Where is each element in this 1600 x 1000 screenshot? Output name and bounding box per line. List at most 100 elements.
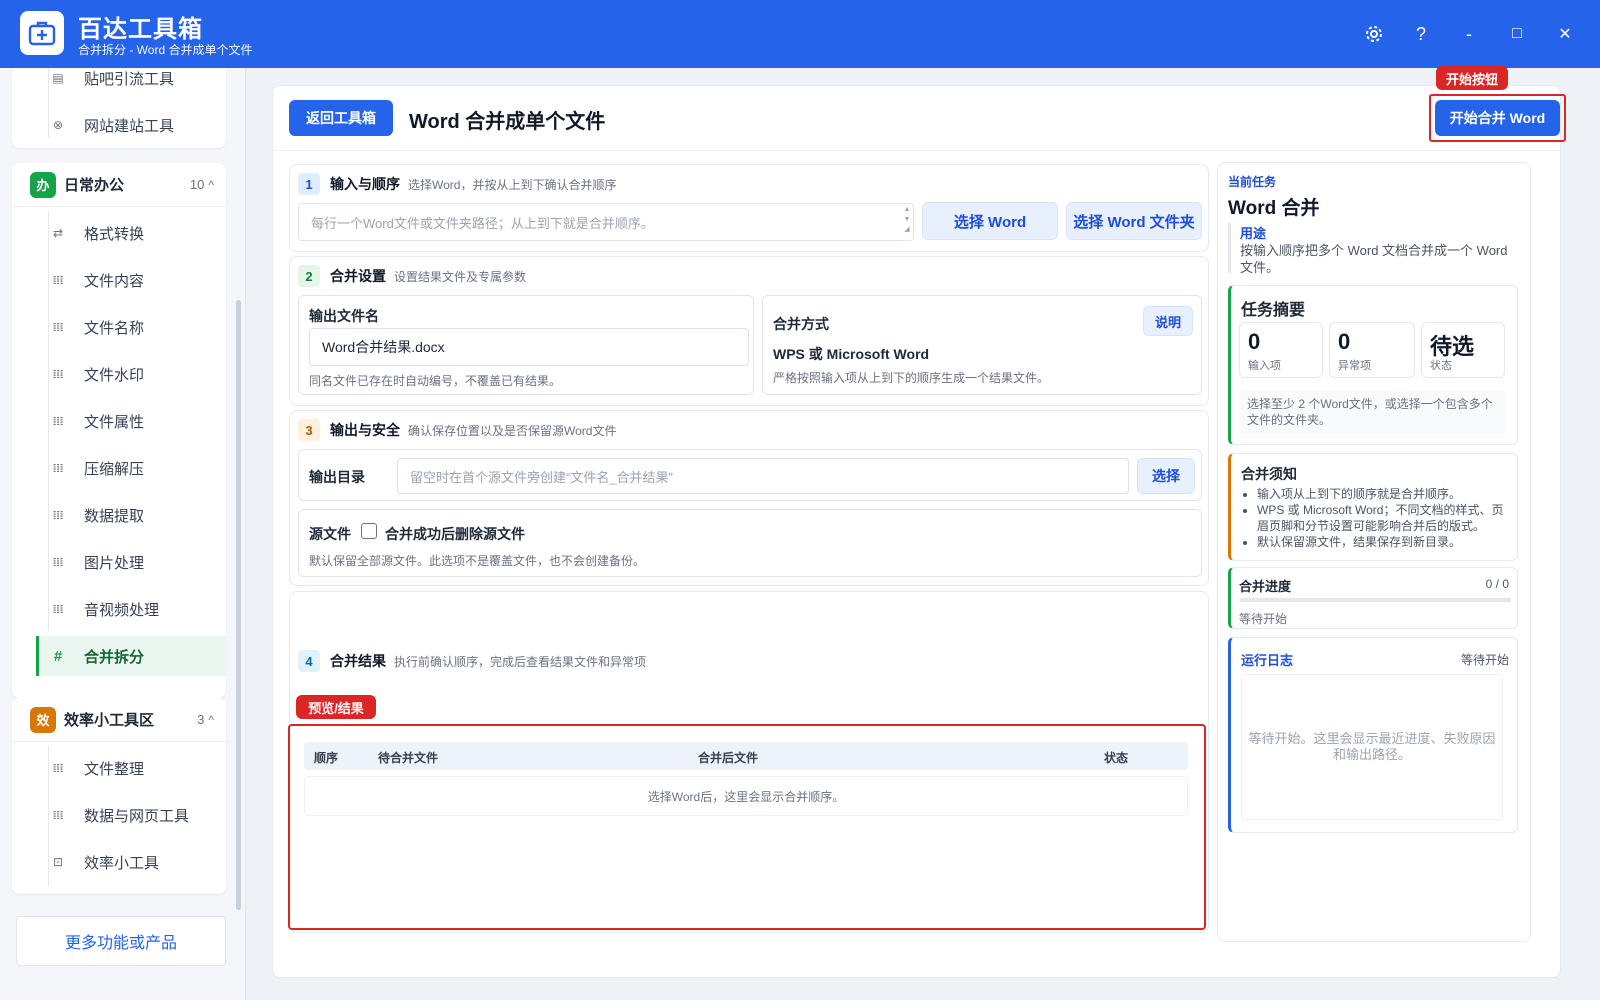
section-number: 2 bbox=[298, 265, 320, 287]
section-number: 1 bbox=[298, 173, 320, 195]
grid-icon: 𝍖 bbox=[52, 461, 64, 475]
stat-label: 异常项 bbox=[1338, 360, 1371, 372]
delete-source-checkbox[interactable] bbox=[361, 523, 377, 539]
sidebar-item-label: 音视频处理 bbox=[84, 601, 160, 619]
run-log-card: 运行日志 等待开始 等待开始。这里会显示最近进度、失败原因和输出路径。 bbox=[1228, 637, 1518, 833]
group-badge: 效 bbox=[30, 706, 56, 733]
more-products-button[interactable]: 更多功能或产品 bbox=[16, 916, 226, 966]
sidebar-item-label: 压缩解压 bbox=[84, 460, 145, 478]
progress-status: 等待开始 bbox=[1239, 612, 1288, 626]
sidebar-item-label: 数据与网页工具 bbox=[84, 807, 190, 825]
sidebar-item-3[interactable]: ⊡ 效率小工具 bbox=[36, 842, 226, 882]
chevron-up-icon[interactable]: ^ bbox=[208, 178, 214, 192]
sidebar-item-label: 图片处理 bbox=[84, 554, 145, 572]
sidebar-item-tieba[interactable]: ▤ 贴吧引流工具 bbox=[36, 68, 226, 98]
stat-label: 状态 bbox=[1430, 360, 1452, 372]
result-table-empty: 选择Word后，这里会显示合并顺序。 bbox=[304, 776, 1188, 816]
choose-dir-button[interactable]: 选择 bbox=[1137, 458, 1195, 494]
column-header: 状态 bbox=[1104, 751, 1129, 765]
section-desc: 执行前确认顺序，完成后查看结果文件和异常项 bbox=[394, 654, 647, 669]
section-title: 输出与安全 bbox=[330, 422, 400, 438]
group-header-office[interactable]: 办 日常办公 10 ^ bbox=[12, 163, 226, 207]
sidebar: ▤ 贴吧引流工具 ⊗ 网站建站工具 办 日常办公 10 ^ ⇄ 格式转换 𝍖 文件内容… bbox=[0, 68, 246, 1000]
stat-error-count: 0 异常项 bbox=[1329, 322, 1415, 378]
sidebar-group-office: 办 日常办公 10 ^ ⇄ 格式转换 𝍖 文件内容 𝍖 文件名称 𝍖 文件水印 𝍖 文件属性 𝍖 压缩… bbox=[12, 163, 226, 698]
sidebar-item-10[interactable]: # 合并拆分 bbox=[36, 636, 226, 676]
method-help-button[interactable]: 说明 bbox=[1143, 306, 1193, 336]
help-icon[interactable]: ? bbox=[1407, 20, 1435, 48]
minimize-icon[interactable]: - bbox=[1455, 20, 1483, 48]
sidebar-item-2[interactable]: 𝍖 数据与网页工具 bbox=[36, 795, 226, 835]
purpose-text: 按输入顺序把多个 Word 文档合并成一个 Word 文件。 bbox=[1240, 243, 1508, 275]
output-filename-input[interactable]: Word合并结果.docx bbox=[309, 328, 749, 366]
sidebar-item-label: 文件内容 bbox=[84, 272, 145, 290]
progress-count: 0 / 0 bbox=[1485, 577, 1509, 591]
sidebar-item-9[interactable]: 𝍖 音视频处理 bbox=[36, 589, 226, 629]
note-item: WPS 或 Microsoft Word；不同文档的样式、页眉页脚和分节设置可能… bbox=[1257, 502, 1513, 534]
swap-icon: ⇄ bbox=[52, 226, 64, 240]
sidebar-item-label: 合并拆分 bbox=[84, 648, 145, 666]
back-to-toolbox-button[interactable]: 返回工具箱 bbox=[289, 100, 393, 136]
notes-list: 输入项从上到下的顺序就是合并顺序。 WPS 或 Microsoft Word；不… bbox=[1241, 486, 1513, 550]
sidebar-item-3[interactable]: 𝍖 文件名称 bbox=[36, 307, 226, 347]
sidebar-item-7[interactable]: 𝍖 数据提取 bbox=[36, 495, 226, 535]
input-paths-textarea[interactable]: 每行一个Word文件或文件夹路径；从上到下就是合并顺序。 bbox=[298, 203, 914, 241]
note-item: 输入项从上到下的顺序就是合并顺序。 bbox=[1257, 486, 1513, 502]
field-hint: 严格按照输入项从上到下的顺序生成一个结果文件。 bbox=[773, 371, 1050, 385]
page-title: Word 合并成单个文件 bbox=[409, 111, 606, 133]
column-header: 顺序 bbox=[314, 751, 339, 765]
column-header: 合并后文件 bbox=[698, 751, 759, 765]
section-desc: 确认保存位置以及是否保留源Word文件 bbox=[408, 423, 617, 438]
field-label: 输出文件名 bbox=[309, 308, 379, 324]
result-table-header: 顺序 待合并文件 合并后文件 状态 bbox=[304, 742, 1188, 770]
app-subtitle: 合并拆分 - Word 合并成单个文件 bbox=[78, 43, 253, 57]
progress-title: 合并进度 bbox=[1239, 579, 1292, 594]
task-info-panel: 当前任务 Word 合并 用途 按输入顺序把多个 Word 文档合并成一个 Wo… bbox=[1217, 162, 1531, 942]
sidebar-item-label: 数据提取 bbox=[84, 507, 145, 525]
section-header: 3 输出与安全 确认保存位置以及是否保留源Word文件 bbox=[298, 419, 616, 441]
sidebar-item-1[interactable]: ⇄ 格式转换 bbox=[36, 213, 226, 253]
field-hint: 默认保留全部源文件。此选项不是覆盖文件，也不会创建备份。 bbox=[309, 554, 646, 568]
purpose-label: 用途 bbox=[1240, 226, 1267, 241]
textarea-scroll-arrows-icon[interactable]: ▲ ▼ ◢ bbox=[902, 205, 912, 239]
current-task-title: Word 合并 bbox=[1228, 198, 1320, 219]
title-bar: 百达工具箱 合并拆分 - Word 合并成单个文件 ? - □ ✕ bbox=[0, 0, 1600, 68]
sidebar-item-1[interactable]: 𝍖 文件整理 bbox=[36, 748, 226, 788]
select-word-folder-button[interactable]: 选择 Word 文件夹 bbox=[1066, 202, 1202, 240]
chevron-up-icon[interactable]: ^ bbox=[208, 713, 214, 727]
summary-title: 任务摘要 bbox=[1241, 302, 1306, 319]
sidebar-item-8[interactable]: 𝍖 图片处理 bbox=[36, 542, 226, 582]
sidebar-item-label: 网站建站工具 bbox=[84, 117, 175, 135]
log-output-area[interactable]: 等待开始。这里会显示最近进度、失败原因和输出路径。 bbox=[1241, 674, 1503, 820]
summary-hint: 选择至少 2 个Word文件，或选择一个包含多个文件的文件夹。 bbox=[1239, 390, 1505, 438]
output-dir-input[interactable]: 留空时在首个源文件旁创建“文件名_合并结果” bbox=[397, 458, 1129, 494]
output-dir-field: 输出目录 留空时在首个源文件旁创建“文件名_合并结果” 选择 bbox=[298, 449, 1202, 501]
checkbox-label[interactable]: 合并成功后删除源文件 bbox=[385, 524, 525, 544]
sidebar-scrollbar[interactable] bbox=[236, 300, 241, 910]
sidebar-item-website[interactable]: ⊗ 网站建站工具 bbox=[36, 105, 226, 145]
sidebar-item-label: 贴吧引流工具 bbox=[84, 70, 175, 88]
sidebar-item-2[interactable]: 𝍖 文件内容 bbox=[36, 260, 226, 300]
maximize-icon[interactable]: □ bbox=[1503, 20, 1531, 48]
output-filename-field: 输出文件名 Word合并结果.docx 同名文件已存在时自动编号，不覆盖已有结果… bbox=[298, 295, 754, 395]
globe-icon: ⊗ bbox=[52, 118, 64, 132]
close-icon[interactable]: ✕ bbox=[1551, 20, 1579, 48]
select-word-button[interactable]: 选择 Word bbox=[922, 202, 1058, 240]
toolbox-icon: ⊡ bbox=[52, 855, 64, 869]
start-merge-button[interactable]: 开始合并 Word bbox=[1435, 100, 1560, 136]
group-count: 10 bbox=[189, 177, 205, 192]
sidebar-item-label: 文件属性 bbox=[84, 413, 145, 431]
sidebar-item-6[interactable]: 𝍖 压缩解压 bbox=[36, 448, 226, 488]
grid-icon: 𝍖 bbox=[52, 414, 64, 428]
sidebar-group-efficiency: 效 效率小工具区 3 ^ 𝍖 文件整理 𝍖 数据与网页工具 ⊡ 效率小工具 bbox=[12, 698, 226, 894]
group-header-efficiency[interactable]: 效 效率小工具区 3 ^ bbox=[12, 698, 226, 742]
result-table-highlight: 顺序 待合并文件 合并后文件 状态 选择Word后，这里会显示合并顺序。 bbox=[288, 724, 1206, 930]
app-title: 百达工具箱 bbox=[78, 16, 203, 43]
sidebar-item-5[interactable]: 𝍖 文件属性 bbox=[36, 401, 226, 441]
section-header: 1 输入与顺序 选择Word，并按从上到下确认合并顺序 bbox=[298, 173, 616, 195]
group-name: 日常办公 bbox=[64, 177, 125, 194]
sidebar-item-4[interactable]: 𝍖 文件水印 bbox=[36, 354, 226, 394]
settings-icon[interactable] bbox=[1360, 20, 1388, 48]
merge-method-field: 合并方式 说明 WPS 或 Microsoft Word 严格按照输入项从上到下… bbox=[762, 295, 1202, 395]
grid-icon: 𝍖 bbox=[52, 367, 64, 381]
